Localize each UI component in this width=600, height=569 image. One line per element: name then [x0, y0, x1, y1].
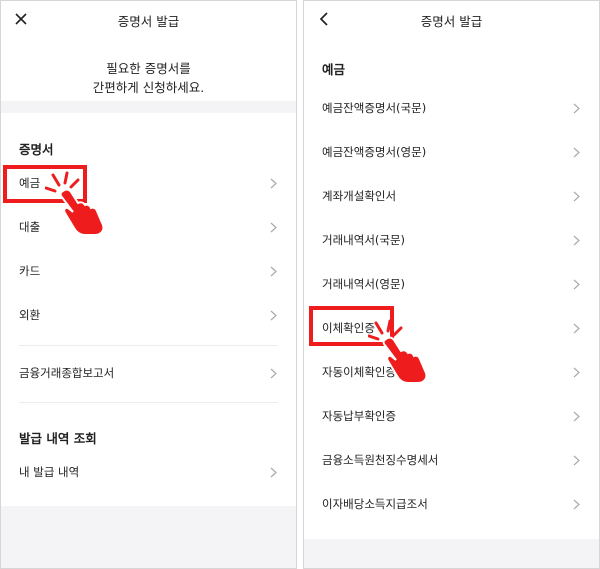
list-item-label: 예금잔액증명서(영문)	[322, 145, 427, 159]
chevron-right-icon	[571, 146, 581, 158]
hand-pointer-icon	[368, 319, 428, 384]
chevron-right-icon	[571, 322, 581, 334]
intro-line-1: 필요한 증명서를	[106, 61, 191, 76]
screens-container: 증명서 발급 필요한 증명서를 간편하게 신청하세요. 증명서 예금 대출 카드…	[0, 0, 600, 569]
list-item-label: 이자배당소득지급조서	[322, 497, 428, 511]
page-title: 증명서 발급	[420, 14, 483, 29]
header: 증명서 발급	[1, 1, 296, 39]
list-item-auto-payment[interactable]: 자동납부확인증	[304, 394, 599, 438]
list-item-transaction-kr[interactable]: 거래내역서(국문)	[304, 218, 599, 262]
page-title: 증명서 발급	[117, 14, 180, 29]
chevron-right-icon	[268, 265, 278, 277]
chevron-right-icon	[268, 221, 278, 233]
list-item-label: 금융소득원천징수명세서	[322, 453, 439, 467]
chevron-right-icon	[268, 177, 278, 189]
header: 증명서 발급	[304, 1, 599, 39]
list-divider	[19, 402, 278, 403]
list-item-account-opening[interactable]: 계좌개설확인서	[304, 174, 599, 218]
list-item-auto-transfer[interactable]: 자동이체확인증	[304, 350, 599, 394]
chevron-right-icon	[571, 498, 581, 510]
chevron-right-icon	[571, 234, 581, 246]
section-title-deposit: 예금	[322, 62, 346, 77]
chevron-right-icon	[268, 309, 278, 321]
list-item-card[interactable]: 카드	[1, 249, 296, 293]
list-item-transaction-en[interactable]: 거래내역서(영문)	[304, 262, 599, 306]
deposit-certificate-screen: 증명서 발급 예금 예금잔액증명서(국문) 예금잔액증명서(영문) 계좌개설확인…	[303, 0, 600, 569]
list-item-financial-report[interactable]: 금융거래종합보고서	[1, 351, 296, 395]
hand-pointer-icon	[45, 171, 105, 236]
list-item-label: 금융거래종합보고서	[19, 366, 115, 380]
chevron-right-icon	[571, 366, 581, 378]
section-title-certificates: 증명서	[19, 142, 54, 157]
chevron-right-icon	[268, 466, 278, 478]
section-divider	[1, 101, 296, 113]
list-item-label: 거래내역서(국문)	[322, 233, 406, 247]
intro-line-2: 간편하게 신청하세요.	[92, 80, 205, 95]
chevron-right-icon	[571, 454, 581, 466]
list-item-label: 자동납부확인증	[322, 409, 397, 423]
bottom-area	[304, 539, 599, 568]
list-item-label: 내 발급 내역	[19, 465, 80, 479]
chevron-right-icon	[571, 278, 581, 290]
list-item-deposit-balance-en[interactable]: 예금잔액증명서(영문)	[304, 130, 599, 174]
section-title-history: 발급 내역 조회	[19, 431, 97, 446]
intro-text: 필요한 증명서를 간편하게 신청하세요.	[1, 59, 296, 97]
list-item-label: 예금잔액증명서(국문)	[322, 101, 427, 115]
chevron-right-icon	[571, 102, 581, 114]
chevron-right-icon	[571, 190, 581, 202]
list-item-label: 자동이체확인증	[322, 365, 397, 379]
list-item-interest-dividend[interactable]: 이자배당소득지급조서	[304, 482, 599, 526]
list-item-foreign-exchange[interactable]: 외환	[1, 293, 296, 337]
list-item-label: 외환	[19, 308, 41, 322]
list-item-income-withholding[interactable]: 금융소득원천징수명세서	[304, 438, 599, 482]
bottom-area	[1, 506, 296, 568]
chevron-right-icon	[571, 410, 581, 422]
list-item-label: 거래내역서(영문)	[322, 277, 406, 291]
list-item-label: 계좌개설확인서	[322, 189, 397, 203]
list-item-deposit-balance-kr[interactable]: 예금잔액증명서(국문)	[304, 86, 599, 130]
certificate-issue-screen: 증명서 발급 필요한 증명서를 간편하게 신청하세요. 증명서 예금 대출 카드…	[0, 0, 297, 569]
list-divider	[19, 345, 278, 346]
list-item-label: 카드	[19, 264, 41, 278]
list-item-my-history[interactable]: 내 발급 내역	[1, 450, 296, 494]
chevron-right-icon	[268, 367, 278, 379]
